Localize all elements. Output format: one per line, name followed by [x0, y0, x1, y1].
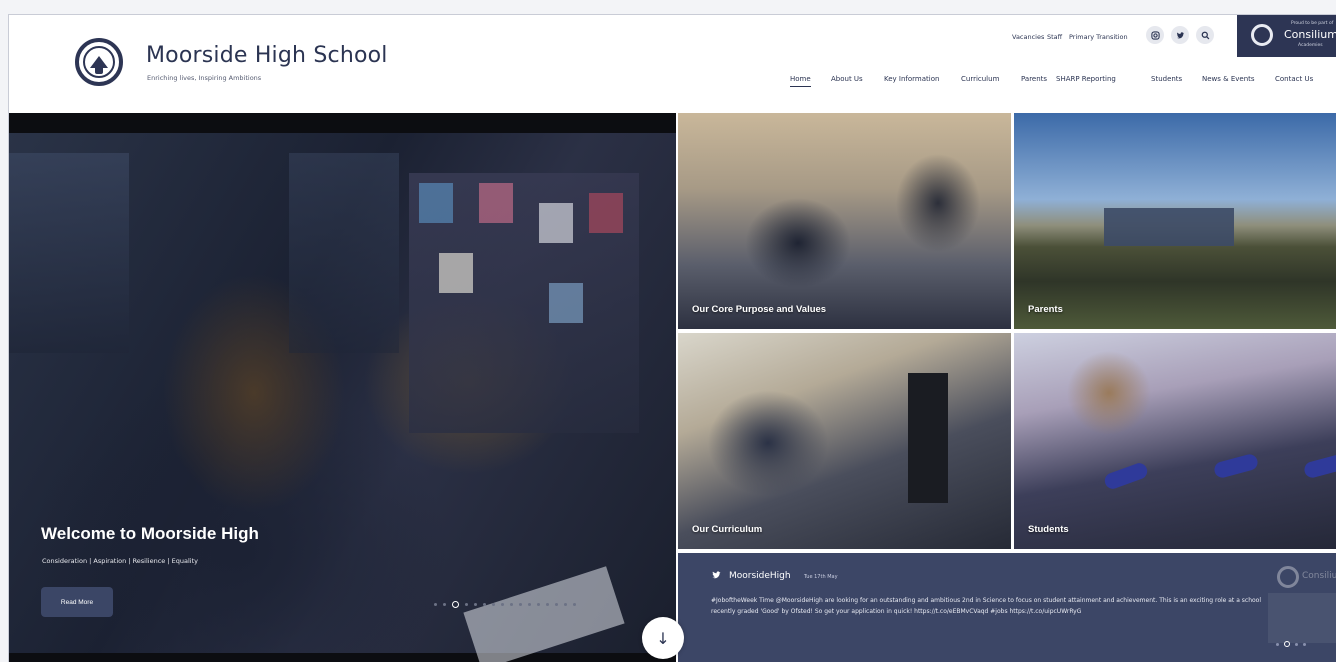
school-name[interactable]: Moorside High School [146, 43, 388, 68]
slider-dot[interactable] [501, 602, 504, 606]
tweet-date: Tue 17th May [804, 574, 838, 580]
nav-students[interactable]: Students [1151, 75, 1182, 83]
slider-dot[interactable] [510, 602, 513, 606]
tweet-dot[interactable] [1295, 642, 1298, 646]
hero-title: Welcome to Moorside High [41, 524, 259, 543]
nav-home[interactable]: Home [790, 75, 811, 87]
instagram-icon[interactable] [1146, 26, 1164, 44]
slider-dot[interactable] [443, 602, 446, 606]
site-header: Moorside High School Enriching lives, In… [9, 15, 1336, 113]
school-tagline: Enriching lives, Inspiring Ambitions [147, 74, 262, 82]
nav-sharp-reporting[interactable]: SHARP Reporting [1056, 75, 1116, 83]
slider-dot[interactable] [519, 602, 522, 606]
tweet-dot[interactable] [1303, 642, 1306, 646]
tweet-dot[interactable] [1276, 642, 1279, 646]
slider-dot[interactable] [474, 602, 477, 606]
slider-dot[interactable] [573, 602, 576, 606]
tile-core-purpose[interactable]: Our Core Purpose and Values [678, 113, 1011, 329]
nav-about-us[interactable]: About Us [831, 75, 863, 83]
nav-curriculum[interactable]: Curriculum [961, 75, 999, 83]
search-icon[interactable] [1196, 26, 1214, 44]
tile-students[interactable]: Students [1014, 333, 1336, 549]
school-logo-icon[interactable] [75, 38, 123, 86]
slider-dot[interactable] [465, 602, 468, 606]
twitter-icon [711, 570, 722, 583]
tile-caption: Parents [1028, 304, 1063, 315]
tile-caption: Our Curriculum [692, 524, 763, 535]
slider-dots [434, 600, 576, 608]
consilium-watermark: Consilium [1302, 571, 1336, 581]
consilium-tagline: Proud to be part of [1291, 21, 1334, 26]
nav-key-information[interactable]: Key Information [884, 75, 939, 83]
slider-dot[interactable] [546, 602, 549, 606]
slider-dot[interactable] [555, 602, 558, 606]
hero-slider[interactable]: Welcome to Moorside High Consideration |… [9, 113, 676, 662]
vacancies-link[interactable]: Vacancies [1012, 33, 1044, 41]
slider-dot[interactable] [528, 602, 531, 606]
twitter-feed[interactable]: MoorsideHigh Tue 17th May #JoboftheWeek … [678, 553, 1336, 662]
tile-caption: Students [1028, 524, 1069, 535]
slider-dot[interactable] [537, 602, 540, 606]
nav-contact-us[interactable]: Contact Us [1275, 75, 1313, 83]
tweet-text: #JoboftheWeek Time @MoorsideHigh are loo… [711, 597, 1262, 615]
slider-dot[interactable] [483, 602, 486, 606]
read-more-button[interactable]: Read More [41, 587, 113, 617]
primary-transition-link[interactable]: Primary Transition [1069, 33, 1128, 41]
consilium-academies: Academies [1298, 43, 1323, 48]
slider-dot[interactable] [452, 600, 459, 608]
consilium-badge[interactable]: Proud to be part of Consilium Academies [1237, 15, 1336, 57]
twitter-icon[interactable] [1171, 26, 1189, 44]
tweet-handle[interactable]: MoorsideHigh [729, 571, 791, 581]
tile-curriculum[interactable]: Our Curriculum [678, 333, 1011, 549]
arrow-down-icon[interactable]: ↓ [642, 617, 684, 659]
consilium-logo-icon [1251, 24, 1273, 46]
slider-dot[interactable] [492, 602, 495, 606]
tile-parents[interactable]: Parents [1014, 113, 1336, 329]
consilium-name: Consilium [1284, 28, 1336, 41]
consilium-watermark-icon [1277, 566, 1299, 588]
nav-parents[interactable]: Parents [1021, 75, 1047, 83]
tile-caption: Our Core Purpose and Values [692, 304, 827, 315]
tweet-dot[interactable] [1284, 641, 1290, 647]
hero-subtitle: Consideration | Aspiration | Resilience … [42, 557, 198, 565]
staff-link[interactable]: Staff [1047, 33, 1062, 41]
hero-photo [9, 133, 676, 662]
slider-dot[interactable] [564, 602, 567, 606]
tweet-dots [1276, 641, 1306, 647]
slider-dot[interactable] [434, 602, 437, 606]
page-frame: Moorside High School Enriching lives, In… [8, 14, 1336, 662]
nav-news-events[interactable]: News & Events [1202, 75, 1255, 83]
